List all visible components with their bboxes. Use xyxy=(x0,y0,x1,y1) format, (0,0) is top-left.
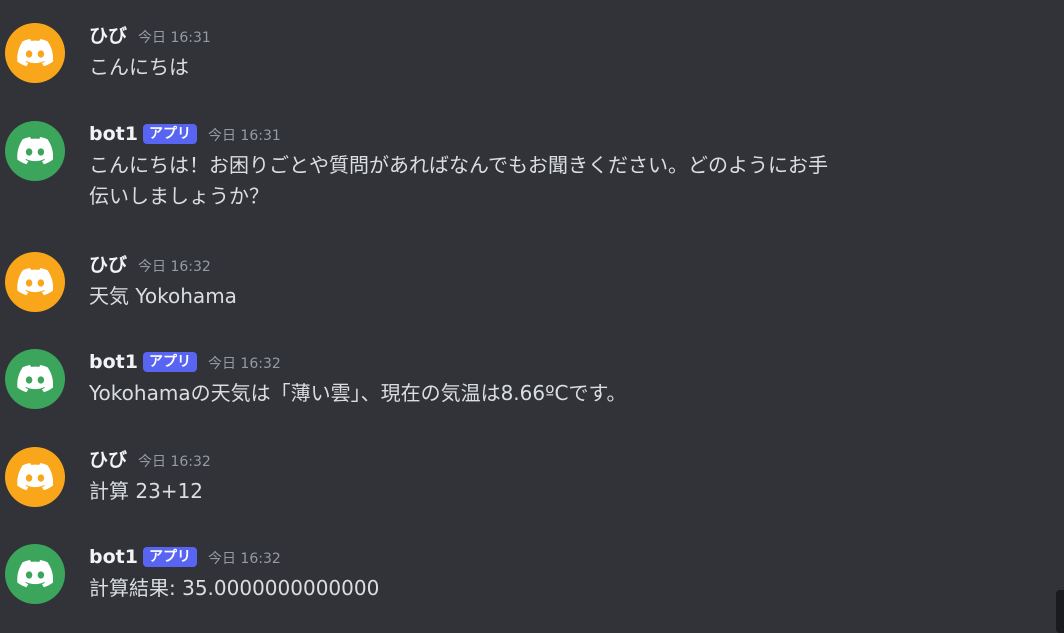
message-line: 伝いしましょうか？ xyxy=(89,184,269,208)
message-line: こんにちは xyxy=(89,55,189,79)
chat-message-list: ひび 今日 16:31 こんにちは bot1 アプリ 今日 16:31 こんにち… xyxy=(0,0,1064,633)
username[interactable]: ひび xyxy=(89,23,127,49)
message-line: 計算 23+12 xyxy=(89,479,204,503)
discord-logo-icon xyxy=(17,463,53,491)
message-content: 計算 23+12 xyxy=(89,476,203,507)
message-header: bot1 アプリ 今日 16:31 xyxy=(89,121,281,147)
username[interactable]: bot1 xyxy=(89,544,138,570)
message-line: こんにちは！お困りごとや質問があればなんでもお聞きください。どのようにお手 xyxy=(89,153,828,177)
message-line: 計算結果: 35.0000000000000 xyxy=(89,576,380,600)
app-badge: アプリ xyxy=(142,124,197,144)
timestamp[interactable]: 今日 16:31 xyxy=(138,25,211,51)
discord-logo-icon xyxy=(17,365,53,393)
message-header: bot1 アプリ 今日 16:32 xyxy=(89,349,281,375)
username[interactable]: bot1 xyxy=(89,121,138,147)
app-badge: アプリ xyxy=(142,547,197,567)
avatar[interactable] xyxy=(5,447,65,507)
avatar[interactable] xyxy=(5,23,65,83)
message-line: 天気 Yokohama xyxy=(89,284,237,308)
discord-logo-icon xyxy=(17,268,53,296)
timestamp[interactable]: 今日 16:31 xyxy=(208,123,281,149)
message-header: bot1 アプリ 今日 16:32 xyxy=(89,544,281,570)
username[interactable]: bot1 xyxy=(89,349,138,375)
avatar[interactable] xyxy=(5,121,65,181)
message-line: Yokohamaの天気は「薄い雲」、現在の気温は8.66ºCです。 xyxy=(89,381,627,405)
avatar[interactable] xyxy=(5,252,65,312)
timestamp[interactable]: 今日 16:32 xyxy=(208,546,281,572)
discord-logo-icon xyxy=(17,560,53,588)
timestamp[interactable]: 今日 16:32 xyxy=(138,449,211,475)
scrollbar-thumb[interactable] xyxy=(1056,590,1064,633)
message-content: こんにちは！お困りごとや質問があればなんでもお聞きください。どのようにお手 伝い… xyxy=(89,150,828,212)
message-header: ひび 今日 16:32 xyxy=(89,252,211,278)
message-content: 計算結果: 35.0000000000000 xyxy=(89,573,379,604)
timestamp[interactable]: 今日 16:32 xyxy=(208,351,281,377)
username[interactable]: ひび xyxy=(89,252,127,278)
discord-logo-icon xyxy=(17,39,53,67)
app-badge: アプリ xyxy=(142,352,197,372)
avatar[interactable] xyxy=(5,349,65,409)
discord-logo-icon xyxy=(17,137,53,165)
timestamp[interactable]: 今日 16:32 xyxy=(138,254,211,280)
message-content: Yokohamaの天気は「薄い雲」、現在の気温は8.66ºCです。 xyxy=(89,378,627,409)
username[interactable]: ひび xyxy=(89,447,127,473)
message-header: ひび 今日 16:32 xyxy=(89,447,211,473)
message-content: 天気 Yokohama xyxy=(89,281,237,312)
avatar[interactable] xyxy=(5,544,65,604)
message-header: ひび 今日 16:31 xyxy=(89,23,211,49)
message-content: こんにちは xyxy=(89,52,189,83)
